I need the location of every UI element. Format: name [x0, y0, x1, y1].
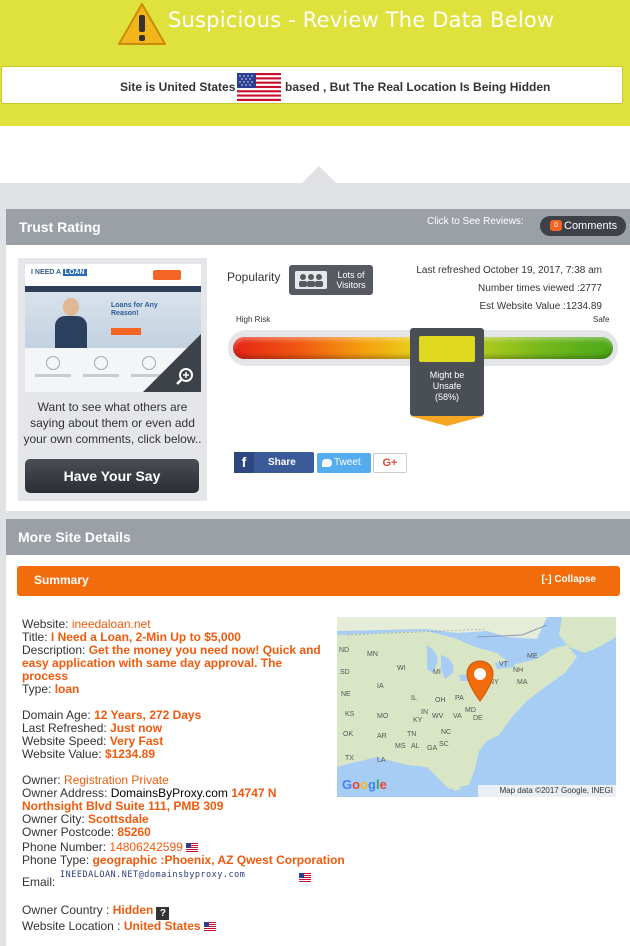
us-flag-icon	[299, 873, 311, 882]
have-your-say-button[interactable]: Have Your Say	[25, 459, 199, 493]
banner-title: Suspicious - Review The Data Below	[168, 8, 555, 32]
reviews-label: Click to See Reviews:	[427, 216, 524, 227]
zoom-icon[interactable]	[175, 366, 195, 386]
risk-pointer-text: Might be Unsafe (58%)	[429, 370, 465, 402]
location-suffix: based , But The Real Location Is Being H…	[285, 80, 551, 94]
risk-pointer: Might be Unsafe (58%)	[410, 328, 484, 426]
phone-type-row: Phone Type: geographic :Phoenix, AZ Qwes…	[22, 853, 345, 867]
popularity-label: Popularity	[227, 270, 281, 284]
website-location-row: Website Location : United States	[22, 920, 216, 933]
google-logo: Google	[342, 777, 387, 792]
site-preview-card: I NEED A LOAN Loans for Any Reason! Want…	[18, 258, 207, 501]
visitors-label: Lots of Visitors	[336, 270, 366, 290]
site-screenshot[interactable]: I NEED A LOAN Loans for Any Reason!	[25, 264, 201, 392]
summary-title: Summary	[34, 573, 89, 587]
us-flag-icon	[203, 922, 216, 931]
summary-bar[interactable]: Summary [-] Collapse	[17, 566, 620, 596]
comments-button[interactable]: 0 Comments	[540, 216, 626, 236]
us-flag-icon	[237, 73, 281, 101]
high-risk-label: High Risk	[236, 315, 271, 324]
thumb-logo: I NEED A LOAN	[31, 269, 87, 276]
notch-arrow	[302, 166, 336, 183]
twitter-icon	[322, 459, 332, 467]
comment-count-icon: 0	[550, 220, 562, 231]
warning-icon	[118, 3, 166, 45]
safe-label: Safe	[593, 315, 610, 324]
location-map[interactable]: ND MN SD WI MI NE IA KS MO IL IN OH WV K…	[337, 617, 616, 797]
people-icon	[295, 271, 327, 289]
owner-country-row: Owner Country : Hidden?	[22, 904, 170, 920]
location-notice: Site is United States based , But The Re…	[1, 66, 623, 104]
comments-label: Comments	[564, 220, 618, 232]
site-details-header: More Site Details	[6, 519, 630, 555]
map-attribution: Map data ©2017 Google, INEGI	[478, 785, 616, 797]
us-map-land	[337, 617, 616, 791]
site-details-title: More Site Details	[18, 529, 131, 545]
trust-rating-header: Trust Rating Click to See Reviews: 0 Com…	[6, 209, 630, 245]
website-value-row: Website Value: $1234.89	[22, 747, 156, 761]
google-plus-button[interactable]: G+	[373, 453, 407, 473]
thumb-headline: Loans for Any Reason!	[111, 302, 158, 317]
email-value: INEEDALOAN.NET@domainsbyproxy.com	[60, 870, 246, 880]
est-value-stat: Est Website Value :1234.89	[479, 301, 603, 312]
card-description: Want to see what others are saying about…	[23, 400, 202, 446]
facebook-icon: f	[234, 452, 254, 473]
us-flag-icon	[185, 843, 198, 852]
warning-banner: Suspicious - Review The Data Below Site …	[0, 0, 630, 126]
collapse-button[interactable]: [-] Collapse	[542, 574, 596, 585]
email-row: Email:	[22, 875, 56, 889]
visitors-badge: Lots of Visitors	[289, 265, 373, 295]
last-refreshed-stat: Last refreshed October 19, 2017, 7:38 am	[416, 265, 602, 276]
facebook-share-button[interactable]: f Share	[234, 452, 314, 473]
owner-postcode-row: Owner Postcode: 85260	[22, 825, 151, 839]
map-pin-icon	[466, 660, 494, 702]
type-row: Type: loan	[22, 682, 80, 696]
times-viewed-stat: Number times viewed :2777	[478, 283, 602, 294]
trust-rating-title: Trust Rating	[19, 219, 101, 235]
trust-rating-panel: Trust Rating Click to See Reviews: 0 Com…	[6, 209, 630, 511]
location-prefix: Site is United States	[120, 80, 236, 94]
twitter-tweet-button[interactable]: Tweet	[317, 453, 371, 473]
